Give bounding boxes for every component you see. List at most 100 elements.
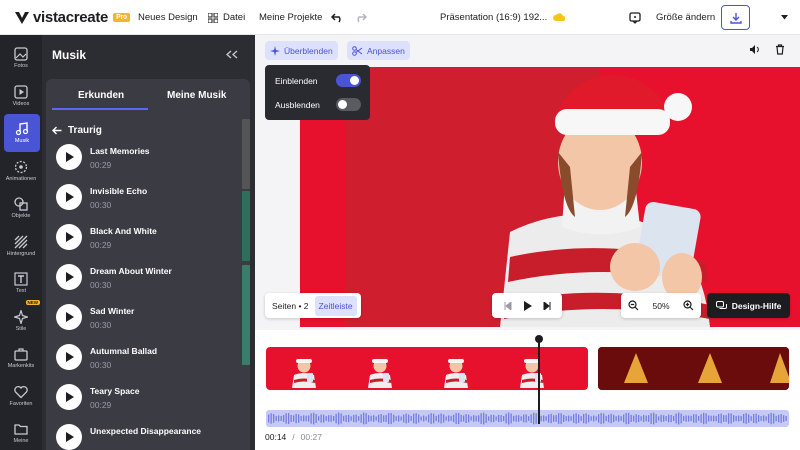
- play-track-button[interactable]: [56, 144, 82, 170]
- file-menu[interactable]: Datei: [208, 0, 245, 35]
- track-item[interactable]: Black And White 00:29: [56, 224, 246, 252]
- rail-item-markenkits[interactable]: Markenkits: [0, 339, 42, 377]
- new-design-button[interactable]: Neues Design: [138, 0, 198, 35]
- arrow-left-icon: [52, 126, 62, 135]
- redo-button[interactable]: [354, 0, 367, 35]
- play-icon[interactable]: [523, 300, 532, 311]
- document-title-text: Präsentation (16:9) 192...: [440, 12, 548, 23]
- rail-item-animationen[interactable]: Animationen: [0, 152, 42, 190]
- fade-in-toggle[interactable]: [336, 74, 361, 87]
- clip-thumbnail: [368, 353, 392, 388]
- scrollbar[interactable]: [242, 119, 250, 189]
- audio-track[interactable]: [266, 410, 789, 427]
- tab-my-music[interactable]: Meine Musik: [167, 90, 226, 101]
- track-name: Black And White: [90, 226, 157, 236]
- rail-item-fotos[interactable]: Fotos: [0, 39, 42, 77]
- rail-item-label: Hintergrund: [6, 250, 36, 257]
- track-name: Autumnal Ballad: [90, 346, 158, 356]
- play-track-button[interactable]: [56, 184, 82, 210]
- play-track-button[interactable]: [56, 264, 82, 290]
- logo-mark-icon: [15, 11, 29, 24]
- video-icon: [14, 84, 28, 99]
- rail-item-text[interactable]: Text: [0, 264, 42, 302]
- track-item[interactable]: Dream About Winter 00:30: [56, 264, 246, 292]
- fade-button[interactable]: Überblenden: [265, 41, 338, 60]
- double-chevron-left-icon: [226, 50, 238, 59]
- zoom-out-icon[interactable]: [628, 300, 639, 311]
- clip-page-2[interactable]: [598, 347, 789, 390]
- sparkle-icon: [14, 309, 28, 324]
- track-name: Dream About Winter: [90, 266, 172, 276]
- track-item[interactable]: Sad Winter 00:30: [56, 304, 246, 332]
- zoom-controls: 50%: [621, 293, 701, 318]
- rail-item-objekte[interactable]: Objekte: [0, 189, 42, 227]
- download-button[interactable]: [721, 5, 750, 30]
- rail-item-videos[interactable]: Videos: [0, 77, 42, 115]
- editor-app: vistacreate Pro Neues Design Datei Meine…: [0, 0, 800, 450]
- resize-button[interactable]: Größe ändern: [656, 0, 715, 35]
- zoom-in-icon[interactable]: [683, 300, 694, 311]
- rail-item-favoriten[interactable]: Favoriten: [0, 377, 42, 415]
- more-options-button[interactable]: [781, 0, 788, 35]
- logo[interactable]: vistacreate Pro: [14, 0, 130, 35]
- grid-icon: [208, 12, 218, 23]
- adjust-button[interactable]: Anpassen: [347, 41, 410, 60]
- play-track-button[interactable]: [56, 424, 82, 450]
- comment-button[interactable]: [629, 0, 641, 35]
- document-title[interactable]: Präsentation (16:9) 192...: [440, 0, 566, 35]
- design-help-label: Design-Hilfe: [731, 300, 782, 311]
- fade-out-toggle[interactable]: [336, 98, 361, 111]
- track-item[interactable]: Teary Space 00:29: [56, 384, 246, 412]
- skip-back-icon[interactable]: [504, 301, 512, 310]
- rail-item-label: Objekte: [11, 213, 31, 219]
- preview-strip-2: [242, 265, 250, 365]
- heart-icon: [14, 385, 28, 398]
- track-name: Unexpected Disappearance: [90, 426, 202, 436]
- play-track-button[interactable]: [56, 224, 82, 250]
- play-track-button[interactable]: [56, 304, 82, 330]
- background-icon: [14, 235, 28, 248]
- folder-icon: [14, 424, 28, 435]
- back-to-categories[interactable]: Traurig: [52, 125, 102, 136]
- clip-thumbnail: [520, 353, 544, 388]
- play-track-button[interactable]: [56, 384, 82, 410]
- track-name: Last Memories: [90, 146, 150, 156]
- track-item[interactable]: Last Memories 00:29: [56, 144, 246, 172]
- new-badge: NEW: [25, 299, 40, 305]
- track-item[interactable]: Autumnal Ballad 00:30: [56, 344, 246, 372]
- design-help-button[interactable]: Design-Hilfe: [707, 293, 790, 318]
- briefcase-icon: [14, 348, 28, 361]
- text-icon: [14, 272, 28, 286]
- page-controls: Seiten • 2 Zeitleiste: [265, 293, 361, 318]
- pages-count[interactable]: Seiten • 2: [272, 301, 309, 311]
- undo-button[interactable]: [331, 0, 344, 35]
- trash-icon: [776, 44, 784, 55]
- rail-item-label: Stile: [15, 325, 27, 332]
- rail-item-meine[interactable]: Meine: [0, 414, 42, 450]
- my-projects-link[interactable]: Meine Projekte: [259, 0, 322, 35]
- collapse-panel-button[interactable]: [226, 50, 238, 59]
- rail-item-hintergrund[interactable]: Hintergrund: [0, 227, 42, 265]
- tab-explore[interactable]: Erkunden: [78, 90, 124, 101]
- volume-button[interactable]: [749, 44, 761, 55]
- playhead[interactable]: [534, 335, 543, 424]
- clip-thumbnail: [444, 353, 468, 388]
- chat-bubbles-icon: [715, 300, 727, 309]
- track-duration: 00:30: [90, 320, 112, 330]
- rail-item-label: Text: [15, 288, 27, 294]
- slide-canvas[interactable]: [300, 67, 800, 327]
- track-item[interactable]: Invisible Echo 00:30: [56, 184, 246, 212]
- rail-item-musik[interactable]: Musik: [4, 114, 40, 152]
- redo-icon: [357, 12, 367, 22]
- delete-button[interactable]: [775, 44, 785, 55]
- skip-forward-icon[interactable]: [543, 301, 551, 310]
- track-name: Invisible Echo: [90, 186, 148, 196]
- rail-item-stile[interactable]: Stile NEW: [0, 299, 42, 340]
- time-separator: /: [292, 432, 295, 442]
- track-item[interactable]: Unexpected Disappearance: [56, 424, 246, 450]
- timeline-toggle[interactable]: Zeitleiste: [314, 295, 357, 316]
- left-rail: Fotos Videos Musik Animationen Objekte Hinter…: [0, 35, 42, 450]
- play-track-button[interactable]: [56, 344, 82, 370]
- cloud-sync-icon: [553, 13, 566, 21]
- comment-icon: [629, 11, 641, 24]
